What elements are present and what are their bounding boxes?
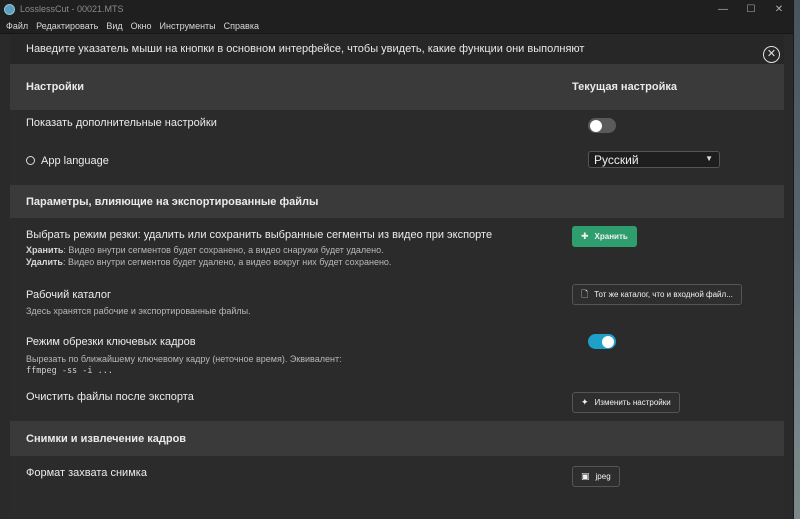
snapshot-format-value: jpeg [595,472,611,481]
workdir-label: Рабочий каталог [26,289,111,301]
workdir-row: Рабочий каталог Здесь хранятся рабочие и… [10,280,784,330]
keep-mode-button-label: Хранить [594,232,628,241]
snapshot-format-button[interactable]: ▣ jpeg [572,466,620,487]
cut-mode-desc: Хранить: Видео внутри сегментов будет со… [26,244,391,268]
window-controls: — ☐ ✕ [709,0,793,18]
language-row: App language Русский ▼ [10,148,784,185]
cut-mode-row: Выбрать режим резки: удалить или сохрани… [10,218,784,280]
cut-mode-label: Выбрать режим резки: удалить или сохрани… [26,229,493,241]
keyframe-row: Режим обрезки ключевых кадров Вырезать п… [10,330,784,382]
cleanup-label: Очистить файлы после экспорта [26,391,194,403]
keyframe-desc: Вырезать по ближайшему ключевому кадру (… [26,354,342,364]
export-section-title: Параметры, влияющие на экспортированные … [26,195,319,208]
snapshot-section-header: Снимки и извлечение кадров [10,421,784,456]
window-title: LosslessCut - 00021.MTS [20,4,124,14]
language-select[interactable]: Русский ▼ [588,151,720,168]
current-setting-header: Текущая настройка [572,81,678,93]
minimize-button[interactable]: — [709,0,737,18]
app-icon [4,3,15,15]
language-label-wrap: App language [26,155,109,167]
delete-desc: Удалить: Видео внутри сегментов будет уд… [26,256,391,268]
maximize-button[interactable]: ☐ [737,0,765,18]
export-section-header: Параметры, влияющие на экспортированные … [10,185,784,218]
workdir-button-label: Тот же каталог, что и входной файл... [594,290,733,299]
toggle-knob [590,119,602,132]
close-window-button[interactable]: ✕ [765,0,793,18]
change-settings-label: Изменить настройки [594,398,671,407]
sparkle-icon: ✦ [581,397,589,407]
snapshot-format-label: Формат захвата снимка [26,467,147,479]
language-value: Русский [594,152,639,167]
menu-edit[interactable]: Редактировать [36,21,98,31]
settings-header-label: Настройки [26,81,85,93]
menu-file[interactable]: Файл [6,21,28,31]
chevron-down-icon: ▼ [705,154,713,163]
workdir-desc: Здесь хранятся рабочие и экспортированны… [26,306,251,316]
advanced-settings-row: Показать дополнительные настройки [10,110,784,148]
snapshot-format-row: Формат захвата снимка ▣ jpeg [10,456,784,516]
menu-view[interactable]: Вид [106,21,122,31]
cleanup-row: Очистить файлы после экспорта ✦ Изменить… [10,382,784,421]
document-icon: 🗋 [581,288,589,299]
keep-label: Хранить [26,245,64,255]
menu-tools[interactable]: Инструменты [160,21,216,31]
keyframe-toggle[interactable] [588,334,616,349]
toggle-knob [602,335,614,348]
settings-panel: Наведите указатель мыши на кнопки в осно… [10,34,784,519]
globe-icon [26,156,35,165]
advanced-settings-label: Показать дополнительные настройки [26,117,217,129]
advanced-settings-toggle[interactable] [588,118,616,133]
snapshot-section-title: Снимки и извлечение кадров [26,432,187,445]
keep-desc: Хранить: Видео внутри сегментов будет со… [26,244,391,256]
menu-window[interactable]: Окно [131,21,152,31]
delete-label: Удалить [26,257,63,267]
keyframe-code: ffmpeg -ss -i ... [26,366,113,376]
workdir-button[interactable]: 🗋 Тот же каталог, что и входной файл... [572,284,742,305]
settings-header: Настройки Текущая настройка [10,64,784,110]
add-icon: ✚ [581,231,589,241]
menu-bar: Файл Редактировать Вид Окно Инструменты … [0,18,793,34]
keyframe-label: Режим обрезки ключевых кадров [26,336,196,348]
keep-text: : Видео внутри сегментов будет сохранено… [63,245,384,255]
language-label: App language [41,155,109,167]
keep-mode-button[interactable]: ✚ Хранить [572,226,637,247]
delete-text: : Видео внутри сегментов будет удалено, … [62,257,392,267]
title-bar: LosslessCut - 00021.MTS — ☐ ✕ [0,0,793,18]
app-window: LosslessCut - 00021.MTS — ☐ ✕ Файл Редак… [0,0,794,519]
menu-help[interactable]: Справка [224,21,259,31]
close-icon[interactable]: ✕ [763,46,780,63]
hint-text: Наведите указатель мыши на кнопки в осно… [26,43,585,55]
image-icon: ▣ [581,471,590,481]
change-settings-button[interactable]: ✦ Изменить настройки [572,392,680,413]
hint-bar: Наведите указатель мыши на кнопки в осно… [10,34,784,64]
